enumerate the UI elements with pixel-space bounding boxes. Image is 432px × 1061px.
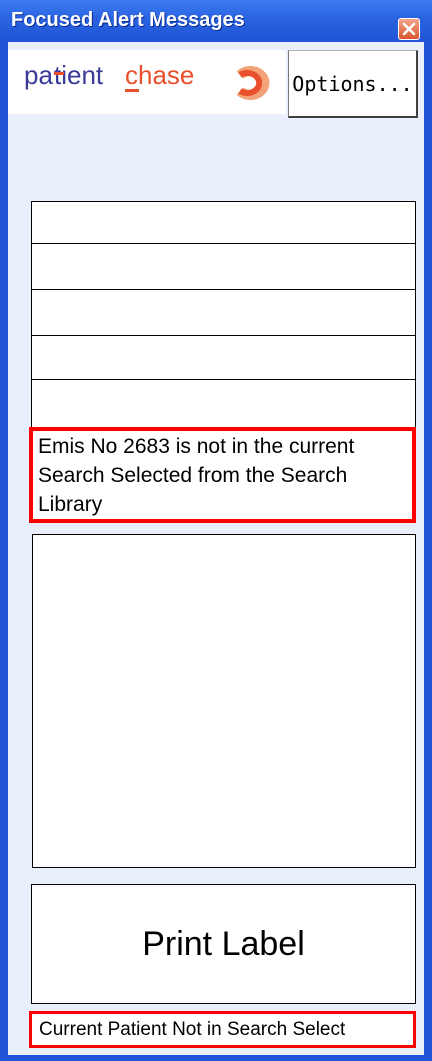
alert-window: Focused Alert Messages pa tient chase Op… <box>0 0 432 1061</box>
alert-row[interactable] <box>32 380 415 428</box>
status-message: Current Patient Not in Search Select <box>29 1011 416 1048</box>
alert-row[interactable] <box>32 202 415 244</box>
close-button[interactable] <box>398 18 420 40</box>
logo-text-chase: chase <box>125 60 194 90</box>
details-panel <box>32 534 416 868</box>
title-bar[interactable]: Focused Alert Messages <box>0 0 432 42</box>
patientchase-logo-icon: pa tient chase <box>24 60 270 100</box>
alert-row[interactable] <box>32 290 415 336</box>
close-icon <box>402 22 416 36</box>
patientchase-logo: pa tient chase <box>8 50 286 114</box>
alert-row[interactable] <box>32 244 415 290</box>
alert-message: Emis No 2683 is not in the current Searc… <box>29 427 416 523</box>
print-label-button[interactable]: Print Label <box>31 884 416 1004</box>
alert-row[interactable] <box>32 336 415 380</box>
window-title: Focused Alert Messages <box>11 9 245 31</box>
logo-text-pa: pa <box>24 60 53 90</box>
alert-list <box>31 201 416 431</box>
options-button[interactable]: Options... <box>288 50 418 118</box>
